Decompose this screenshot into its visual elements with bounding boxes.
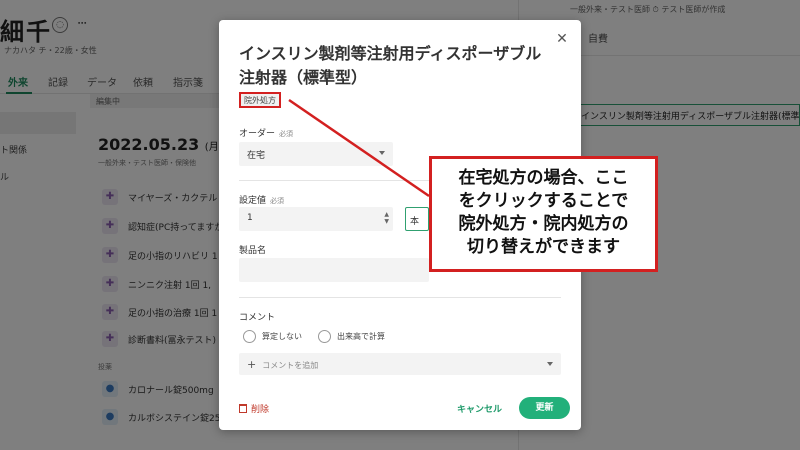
callout-line: 院外処方・院内処方の bbox=[458, 214, 629, 234]
annotation-line bbox=[288, 98, 430, 198]
callout-line: 在宅処方の場合、ここ bbox=[458, 168, 629, 188]
annotation-pointer bbox=[288, 98, 430, 198]
callout-line: 切り替えができます bbox=[467, 237, 620, 257]
annotation-callout: 在宅処方の場合、ここ をクリックすることで 院外処方・院内処方の 切り替えができ… bbox=[429, 156, 658, 272]
callout-line: をクリックすることで bbox=[458, 191, 629, 211]
